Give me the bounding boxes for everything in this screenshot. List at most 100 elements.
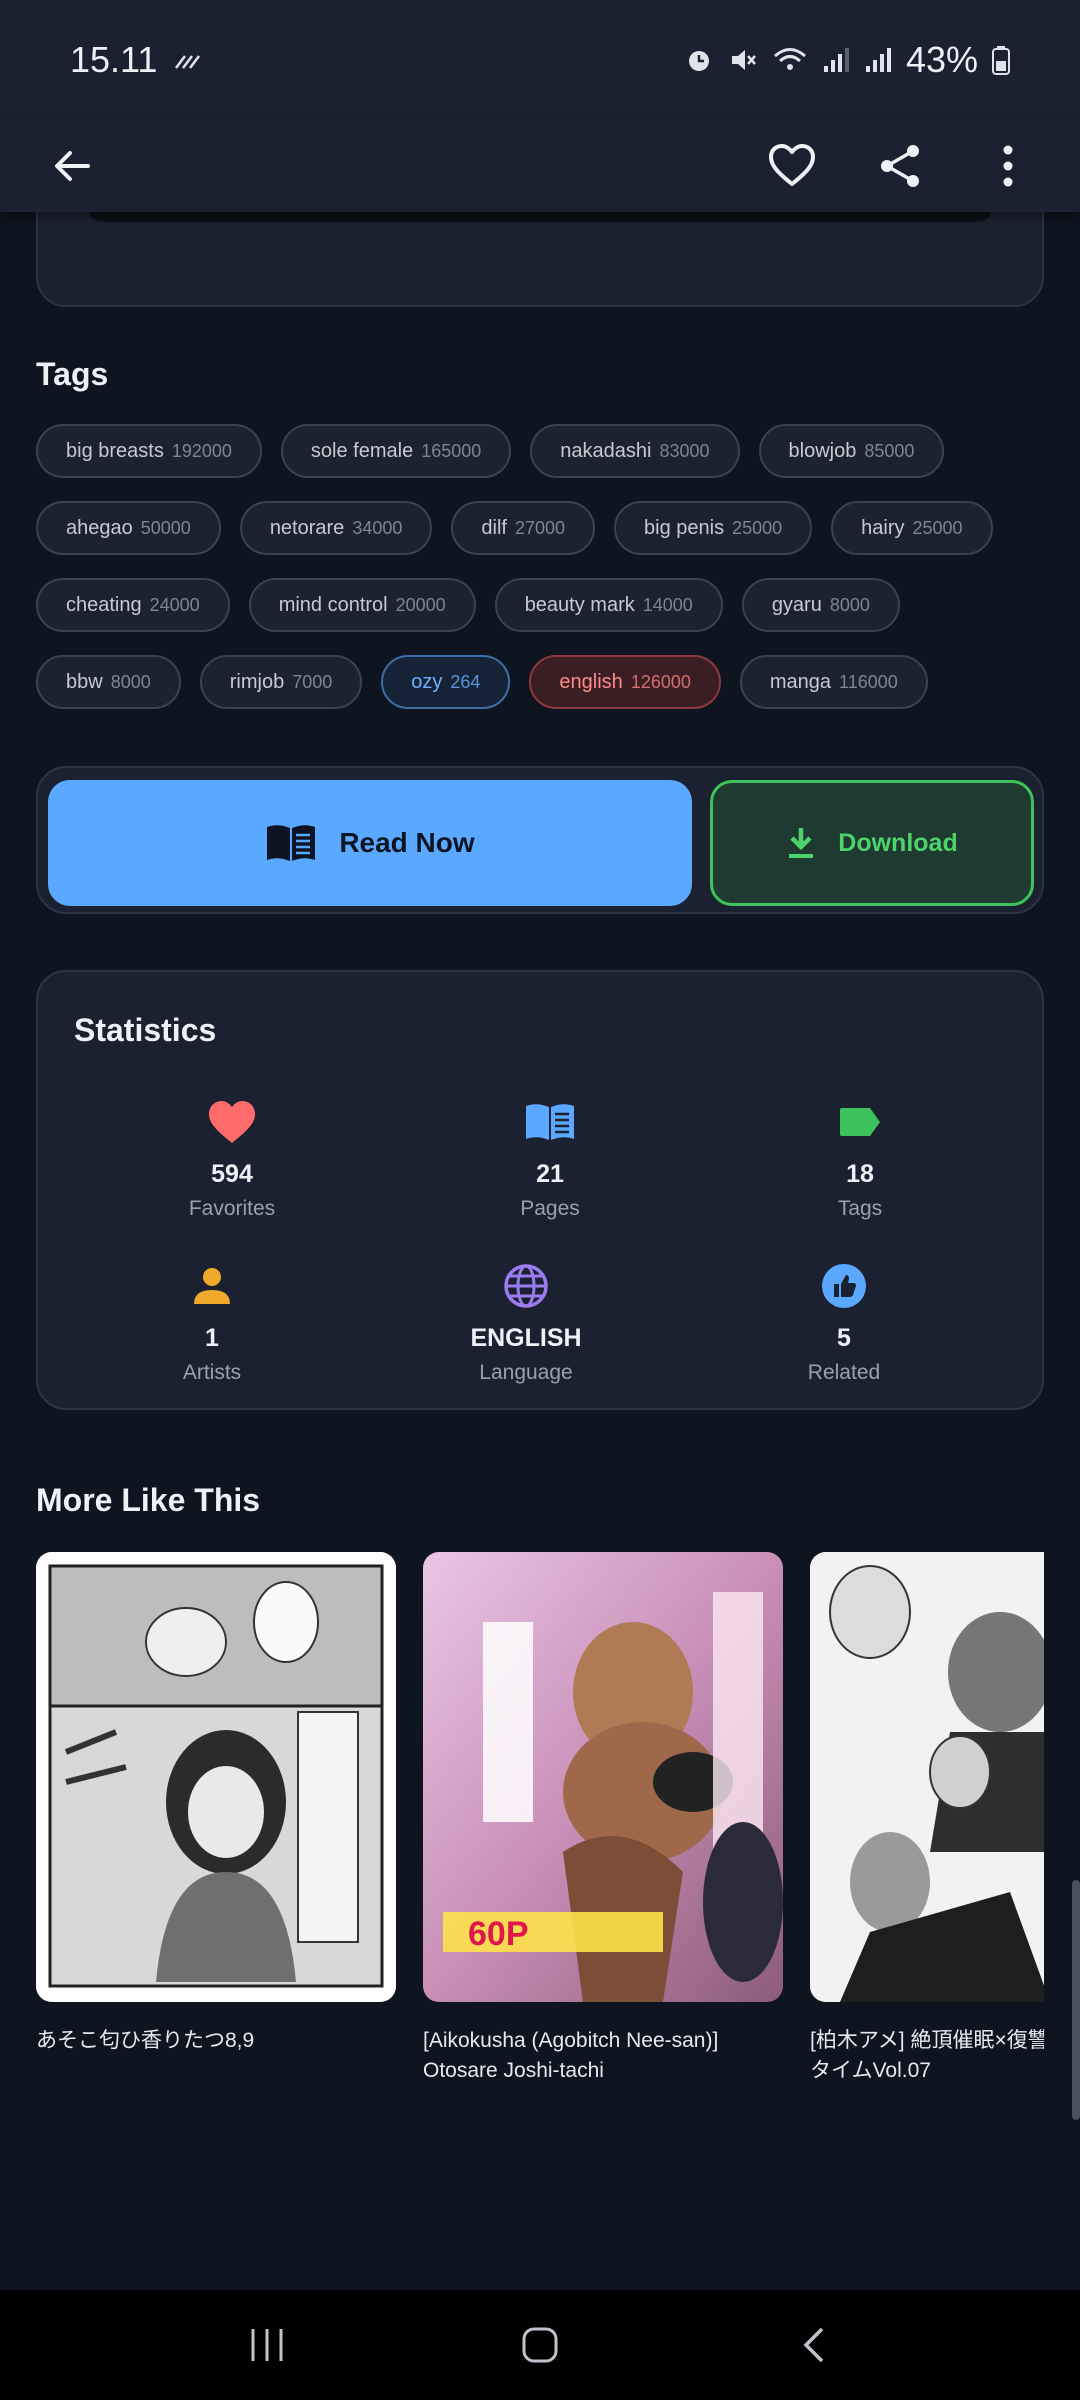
- tag-chip[interactable]: nakadashi 83000: [530, 424, 740, 478]
- tag-chip[interactable]: big breasts 192000: [36, 424, 262, 478]
- tags-title: Tags: [36, 356, 109, 392]
- tag-name: dilf: [481, 516, 507, 539]
- share-icon: [881, 145, 919, 187]
- tag-count: 7000: [292, 671, 333, 692]
- stat-value: 21: [536, 1160, 564, 1188]
- stat-label: Artists: [182, 1361, 242, 1384]
- tag-count: 24000: [149, 594, 200, 615]
- statistics-title: Statistics: [74, 1012, 217, 1048]
- tag-chip[interactable]: sole female 165000: [280, 424, 512, 478]
- stat-value: ENGLISH: [470, 1324, 582, 1352]
- tag-count: 83000: [659, 440, 710, 461]
- tag-name: manga: [769, 670, 832, 693]
- tag-count: 264: [450, 671, 481, 692]
- person-icon: [194, 1268, 230, 1304]
- stat-label: Language: [479, 1361, 573, 1384]
- tag-name: netorare: [269, 516, 345, 539]
- previous-section-card: [36, 212, 1044, 307]
- related-cover: 60P: [423, 1552, 783, 2002]
- related-card[interactable]: [柏木アメ] 絶頂催眠×復讐 正!お仕置きタイムVol.07: [810, 1552, 1044, 2086]
- signal-icon: [823, 48, 849, 72]
- stat-label: Tags: [837, 1197, 883, 1220]
- chevron-left-icon: [803, 2327, 824, 2363]
- share-button[interactable]: [864, 130, 936, 202]
- tag-chip[interactable]: dilf 27000: [451, 501, 596, 555]
- tag-name: big penis: [644, 516, 725, 539]
- tag-row: big breasts 192000 sole female 165000 naka…: [36, 424, 1044, 478]
- home-icon: [522, 2327, 558, 2363]
- battery-percent: 43%: [905, 39, 978, 80]
- tag-chip[interactable]: ahegao 50000: [36, 501, 221, 555]
- related-carousel[interactable]: あそこ匂ひ香りたつ8,9 60P [Aikokusha (Agobitch Ne…: [36, 1552, 1044, 2112]
- svg-text:60P: 60P: [468, 1915, 529, 1953]
- tag-name: nakadashi: [560, 439, 652, 462]
- tag-chip[interactable]: netorare 34000: [239, 501, 433, 555]
- read-now-button[interactable]: Read Now: [48, 780, 692, 906]
- home-button[interactable]: [504, 2309, 576, 2381]
- tag-chip[interactable]: blowjob 85000: [758, 424, 945, 478]
- tag-name: bbw: [66, 670, 103, 693]
- activity-icon: [175, 55, 201, 69]
- stat-related: 5 Related: [734, 1258, 954, 1385]
- related-cover: [810, 1552, 1044, 2002]
- tag-chip-language[interactable]: english 126000: [529, 655, 721, 709]
- recent-apps-button[interactable]: [231, 2309, 303, 2381]
- tag-count: 50000: [140, 517, 191, 538]
- tag-count: 25000: [732, 517, 783, 538]
- tag-chip[interactable]: gyaru 8000: [741, 578, 900, 632]
- stat-value: 5: [837, 1324, 851, 1352]
- download-button[interactable]: Download: [710, 780, 1034, 906]
- tag-name: ahegao: [66, 516, 133, 539]
- wifi-icon: [773, 48, 806, 70]
- related-card[interactable]: 60P [Aikokusha (Agobitch Nee-san)] Otosa…: [423, 1552, 783, 2086]
- status-icons: 43%: [684, 39, 1010, 81]
- related-card[interactable]: あそこ匂ひ香りたつ8,9: [36, 1552, 396, 2056]
- tag-chip[interactable]: hairy 25000: [831, 501, 993, 555]
- book-icon: [526, 1104, 574, 1140]
- stat-label: Favorites: [188, 1197, 276, 1220]
- tag-chip[interactable]: big penis 25000: [614, 501, 813, 555]
- stat-language: ENGLISH Language: [416, 1258, 636, 1385]
- read-now-label: Read Now: [339, 827, 475, 858]
- tag-name: hairy: [861, 516, 905, 539]
- tag-count: 8000: [110, 671, 151, 692]
- statistics-card: Statistics 594 Favorites 21 Pages 18 Tag…: [36, 970, 1044, 1410]
- app-bar: [0, 120, 1080, 212]
- related-cover: [36, 1552, 396, 2002]
- back-button[interactable]: [36, 130, 108, 202]
- content-scroll[interactable]: Tags big breasts 192000 sole female 165000…: [0, 212, 1080, 2290]
- tag-count: 34000: [352, 517, 403, 538]
- tag-chip[interactable]: manga 116000: [739, 655, 928, 709]
- more-like-this-title: More Like This: [36, 1482, 261, 1518]
- tag-count: 20000: [395, 594, 446, 615]
- tag-name: mind control: [278, 593, 388, 616]
- tag-chip-parody[interactable]: ozy 264: [381, 655, 511, 709]
- tag-name: beauty mark: [524, 593, 635, 616]
- tag-chip[interactable]: bbw 8000: [36, 655, 181, 709]
- more-options-button[interactable]: [972, 130, 1044, 202]
- tag-name: sole female: [310, 439, 414, 462]
- status-time-group: 15.11: [70, 39, 203, 81]
- status-bar: 15.11 43%: [0, 0, 1080, 120]
- tag-name: ozy: [411, 670, 443, 693]
- tag-name: big breasts: [66, 439, 164, 462]
- signal-icon: [865, 48, 891, 72]
- tag-count: 85000: [864, 440, 915, 461]
- tag-chip[interactable]: cheating 24000: [36, 578, 230, 632]
- scroll-indicator[interactable]: [1072, 1880, 1080, 2120]
- tag-chip[interactable]: mind control 20000: [248, 578, 476, 632]
- status-time: 15.11: [70, 39, 158, 80]
- tag-chip[interactable]: rimjob 7000: [199, 655, 363, 709]
- favorite-button[interactable]: [756, 130, 828, 202]
- recent-apps-icon: [251, 2329, 283, 2361]
- recommend-icon: [822, 1264, 866, 1308]
- back-arrow-icon: [55, 151, 90, 181]
- system-back-button[interactable]: [777, 2309, 849, 2381]
- heart-outline-icon: [769, 144, 815, 186]
- tag-chip[interactable]: beauty mark 14000: [494, 578, 723, 632]
- globe-icon: [504, 1264, 548, 1308]
- download-icon: [789, 828, 814, 858]
- label-icon: [840, 1108, 880, 1136]
- tag-count: 27000: [514, 517, 566, 538]
- alarm-icon: [688, 51, 709, 71]
